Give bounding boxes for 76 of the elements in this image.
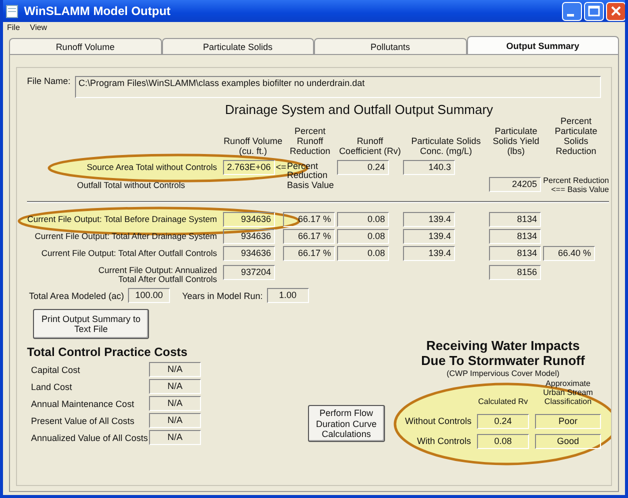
value-field: 8156 [489, 265, 541, 280]
cost-label: Capital Cost [30, 364, 82, 375]
cost-label: Annual Maintenance Cost [30, 398, 136, 409]
value-field: 0.08 [337, 228, 389, 244]
cost-label: Annualized Value of All Costs [30, 432, 149, 443]
value-field: N/A [149, 396, 201, 412]
column-header: Calculated Rv [477, 398, 529, 408]
window-icon [6, 4, 18, 18]
subtitle: (CWP Impervious Cover Model) [446, 369, 560, 378]
row-label: Current File Output: Total After Outfall Controls [40, 248, 218, 258]
section-heading: Drainage System and Outfall Output Summary [224, 102, 494, 117]
cost-label: Land Cost [30, 382, 74, 392]
value-field: 8134 [489, 246, 541, 261]
field-label: File Name: [27, 76, 71, 86]
value-field: N/A [149, 362, 201, 378]
value-field: 100.00 [128, 288, 170, 304]
row-label: With Controls [416, 436, 471, 446]
value-field: Good [535, 434, 601, 449]
value-field: 140.3 [403, 160, 455, 175]
value-field: 139.4 [403, 246, 455, 261]
value-field: 0.08 [337, 212, 389, 227]
value-field: 934636 [223, 212, 275, 227]
column-header: Runoff Coefficient (Rv) [338, 136, 402, 158]
minimize-icon[interactable] [562, 2, 582, 20]
maximize-icon[interactable] [584, 2, 604, 20]
value-field: N/A [149, 379, 201, 394]
value-field: 0.08 [477, 434, 529, 449]
value-field: 66.17 % [283, 246, 335, 261]
cost-label: Present Value of All Costs [30, 416, 136, 426]
column-header: Runoff Volume (cu. ft.) [223, 136, 283, 158]
flow-button[interactable]: Perform Flow Duration Curve Calculations [308, 405, 385, 442]
tab[interactable]: Pollutants [314, 38, 466, 54]
value-field: 66.40 % [543, 246, 595, 261]
value-field: 1.00 [266, 288, 309, 304]
value-field: 66.17 % [283, 228, 335, 244]
row-label: Without Controls [405, 416, 471, 426]
value-field: 8134 [489, 212, 541, 227]
file-name-field: C:\Program Files\WinSLAMM\class examples biofilter no underdrain.dat [74, 76, 601, 98]
value-field: 2.763E+06 [223, 160, 275, 175]
tab[interactable]: Output Summary [466, 36, 619, 54]
value-field: 934636 [223, 246, 275, 261]
section-heading: Receiving Water Impacts Due To Stormwater Runoff [420, 339, 586, 370]
tab[interactable]: Runoff Volume [9, 38, 162, 54]
close-icon[interactable] [606, 2, 625, 20]
menu-item[interactable]: View [30, 23, 48, 33]
menu-item[interactable]: File [7, 23, 20, 33]
value-field: N/A [149, 430, 201, 446]
field-label: Years in Model Run: [182, 290, 263, 301]
row-label: Current File Output: Annualized Total After Outfall Controls [97, 266, 218, 284]
note-text: <== Basis Value [551, 184, 609, 194]
value-field: 937204 [223, 265, 275, 280]
value-field: 0.24 [337, 160, 389, 175]
value-field: 8134 [489, 228, 541, 244]
column-header: Percent Particulate Solids Reduction [554, 117, 598, 158]
window-title: WinSLAMM Model Output [24, 4, 172, 18]
arrow-text: <= [276, 162, 286, 172]
row-label: Source Area Total without Controls [86, 162, 218, 172]
value-field: 139.4 [403, 228, 455, 244]
value-field: 934636 [223, 228, 275, 244]
value-field: Poor [535, 414, 601, 429]
row-label: Outfall Total without Controls [76, 180, 186, 190]
value-field: 0.08 [337, 246, 389, 261]
section-heading: Total Control Practice Costs [27, 345, 188, 360]
column-header: Percent Runoff Reduction [288, 126, 332, 158]
print-button[interactable]: Print Output Summary to Text File [33, 309, 149, 340]
tab[interactable]: Particulate Solids [162, 38, 314, 54]
value-field: N/A [149, 413, 201, 428]
value-field: 24205 [489, 177, 541, 192]
value-field: 0.24 [477, 414, 529, 429]
column-header: Particulate Solids Yield (lbs) [492, 126, 540, 158]
note-text: Percent Reduction [543, 176, 609, 185]
row-label: Current File Output: Total Before Drainage System [27, 214, 218, 224]
column-header: Particulate Solids Conc. (mg/L) [410, 136, 482, 158]
field-label: Total Area Modeled (ac) [29, 290, 124, 301]
value-field: 139.4 [403, 212, 455, 227]
value-field: 66.17 % [283, 212, 335, 227]
